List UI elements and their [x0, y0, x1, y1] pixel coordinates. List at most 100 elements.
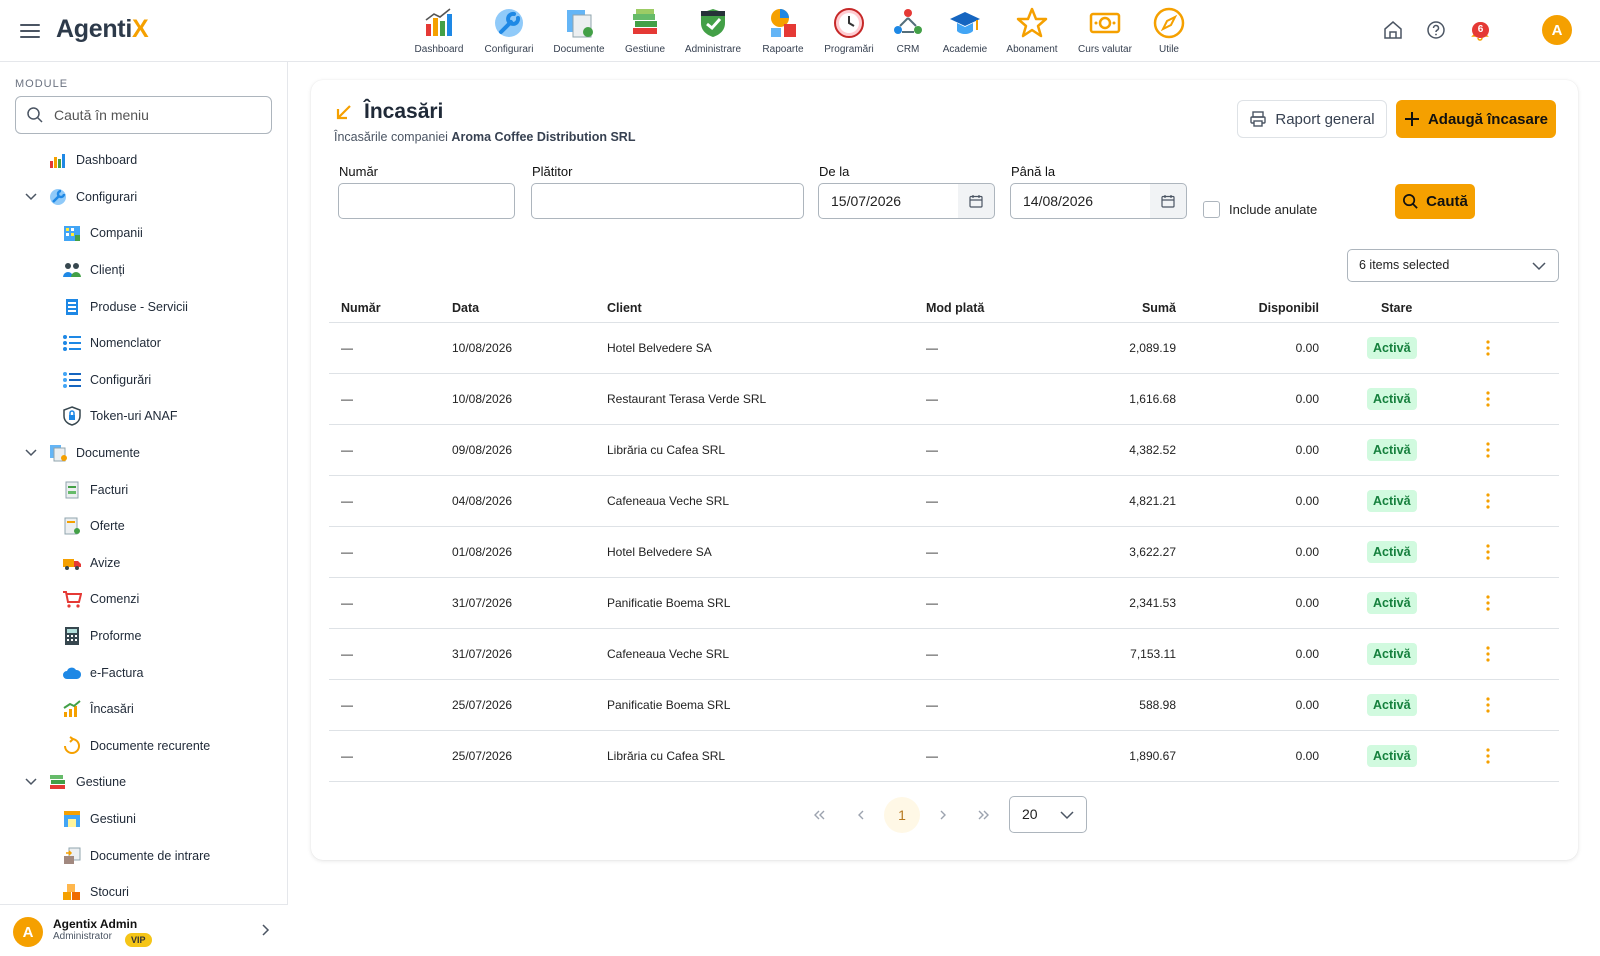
row-actions-button[interactable] — [1478, 644, 1498, 664]
include-anulate-label[interactable]: Include anulate — [1229, 202, 1317, 217]
pana-la-calendar-button[interactable] — [1150, 183, 1187, 219]
table-row[interactable]: — 04/08/2026 Cafeneaua Veche SRL — 4,821.21 0… — [329, 476, 1559, 527]
list-icon — [63, 335, 81, 352]
table-row[interactable]: — 09/08/2026 Librăria cu Cafea SRL — 4,382.5… — [329, 425, 1559, 476]
home-button[interactable] — [1380, 17, 1406, 43]
sidebar-item-dashboard[interactable]: Dashboard — [0, 142, 288, 179]
sidebar-item-oferte[interactable]: Oferte — [0, 508, 288, 545]
page-size-select[interactable]: 20 — [1009, 796, 1087, 833]
product-list-icon — [66, 298, 78, 315]
numar-input[interactable] — [338, 183, 515, 219]
topnav-programari[interactable]: Programări — [816, 6, 882, 55]
header-stare[interactable]: Stare — [1381, 301, 1412, 315]
sidebar-item-label: Documente recurente — [90, 738, 211, 753]
header-suma[interactable]: Sumă — [1142, 301, 1176, 315]
topnav-dashboard[interactable]: Dashboard — [404, 6, 474, 55]
header-mod-plata[interactable]: Mod plată — [926, 301, 984, 315]
sidebar-item-clienti[interactable]: Clienți — [0, 252, 288, 289]
sidebar-item-documente-recurente[interactable]: Documente recurente — [0, 728, 288, 765]
sidebar-item-documente-de-intrare[interactable]: Documente de intrare — [0, 837, 288, 874]
status-badge: Activă — [1367, 490, 1417, 512]
books-icon — [633, 9, 657, 34]
sidebar-item-e-factura[interactable]: e-Factura — [0, 654, 288, 691]
topnav-administrare[interactable]: Administrare — [676, 6, 750, 55]
row-actions-button[interactable] — [1478, 695, 1498, 715]
user-avatar[interactable]: A — [1542, 15, 1572, 45]
truck-icon — [63, 558, 81, 570]
sidebar-item-gestiuni[interactable]: Gestiuni — [0, 801, 288, 838]
topnav-documente[interactable]: Documente — [544, 6, 614, 55]
cell-numar: — — [341, 443, 353, 457]
row-actions-button[interactable] — [1478, 746, 1498, 766]
sidebar-item-token-uri-anaf[interactable]: Token-uri ANAF — [0, 398, 288, 435]
sidebar-item-produse-servicii[interactable]: Produse - Servicii — [0, 288, 288, 325]
sidebar-item-documente[interactable]: Documente — [0, 435, 288, 472]
row-actions-button[interactable] — [1478, 440, 1498, 460]
topnav-utile[interactable]: Utile — [1142, 6, 1196, 55]
table-row[interactable]: — 25/07/2026 Panificatie Boema SRL — 588.98 0… — [329, 680, 1559, 731]
printer-icon — [1250, 111, 1267, 127]
sidebar-item-facturi[interactable]: Facturi — [0, 471, 288, 508]
topnav-abonament[interactable]: Abonament — [996, 6, 1068, 55]
columns-multiselect[interactable]: 6 items selected — [1347, 249, 1559, 282]
topnav-configurari[interactable]: Configurari — [474, 6, 544, 55]
menu-search[interactable] — [15, 96, 272, 134]
sidebar-item-avize[interactable]: Avize — [0, 545, 288, 582]
chevron-down-icon — [25, 449, 37, 456]
topnav-academie[interactable]: Academie — [934, 6, 996, 55]
cell-suma: 2,341.53 — [1129, 596, 1176, 610]
last-page-button[interactable] — [966, 801, 1002, 829]
sidebar-item-comenzi[interactable]: Comenzi — [0, 581, 288, 618]
sidebar-item-gestiune[interactable]: Gestiune — [0, 764, 288, 801]
row-actions-button[interactable] — [1478, 593, 1498, 613]
page-title: Încasări — [364, 100, 444, 123]
topnav-rapoarte[interactable]: Rapoarte — [750, 6, 816, 55]
sidebar-item-configurari-sub[interactable]: Configurări — [0, 362, 288, 399]
table-row[interactable]: — 31/07/2026 Cafeneaua Veche SRL — 7,153.11 0… — [329, 629, 1559, 680]
sidebar-item-companii[interactable]: Companii — [0, 215, 288, 252]
sidebar-item-proforme[interactable]: Proforme — [0, 618, 288, 655]
sidebar-user[interactable]: A Agentix Admin Administrator VIP — [0, 904, 288, 956]
table-row[interactable]: — 25/07/2026 Librăria cu Cafea SRL — 1,890.6… — [329, 731, 1559, 782]
include-anulate-checkbox[interactable] — [1203, 201, 1220, 218]
header-disponibil[interactable]: Disponibil — [1259, 301, 1319, 315]
sidebar-item-nomenclator[interactable]: Nomenclator — [0, 325, 288, 362]
table-row[interactable]: — 10/08/2026 Hotel Belvedere SA — 2,089.19 0.… — [329, 323, 1559, 374]
status-badge: Activă — [1367, 745, 1417, 767]
table-row[interactable]: — 10/08/2026 Restaurant Terasa Verde SRL — 1… — [329, 374, 1559, 425]
row-actions-button[interactable] — [1478, 542, 1498, 562]
app-logo[interactable]: AgentiX — [56, 15, 149, 44]
raport-general-button[interactable]: Raport general — [1237, 100, 1387, 138]
topnav-curs-valutar[interactable]: Curs valutar — [1068, 6, 1142, 55]
sidebar-menu: Dashboard Configurari Companii Clienți P… — [0, 142, 288, 910]
table-row[interactable]: — 01/08/2026 Hotel Belvedere SA — 3,622.27 0.… — [329, 527, 1559, 578]
header-client[interactable]: Client — [607, 301, 642, 315]
de-la-date-input[interactable] — [818, 183, 959, 219]
help-button[interactable] — [1423, 17, 1449, 43]
topnav-gestiune[interactable]: Gestiune — [614, 6, 676, 55]
search-button[interactable]: Caută — [1395, 184, 1475, 219]
add-incasare-button[interactable]: Adaugă încasare — [1396, 100, 1556, 138]
prev-page-button[interactable] — [843, 801, 879, 829]
page-number-button[interactable]: 1 — [884, 797, 920, 833]
platitor-input[interactable] — [531, 183, 804, 219]
incasari-table: Număr Data Client Mod plată Sumă Disponi… — [329, 293, 1559, 782]
first-page-button[interactable] — [801, 801, 837, 829]
table-row[interactable]: — 31/07/2026 Panificatie Boema SRL — 2,341.5… — [329, 578, 1559, 629]
platitor-label: Plătitor — [532, 164, 573, 179]
pana-la-date-input[interactable] — [1010, 183, 1151, 219]
row-actions-button[interactable] — [1478, 491, 1498, 511]
topnav-crm[interactable]: CRM — [882, 6, 934, 55]
menu-search-input[interactable] — [54, 107, 254, 123]
sidebar-item-incasari[interactable]: Încasări — [0, 691, 288, 728]
hamburger-menu-icon[interactable] — [20, 20, 40, 42]
header-numar[interactable]: Număr — [341, 301, 381, 315]
cell-numar: — — [341, 545, 353, 559]
topnav-label: Abonament — [1006, 44, 1058, 55]
de-la-calendar-button[interactable] — [958, 183, 995, 219]
next-page-button[interactable] — [925, 801, 961, 829]
sidebar-item-configurari[interactable]: Configurari — [0, 179, 288, 216]
header-data[interactable]: Data — [452, 301, 479, 315]
row-actions-button[interactable] — [1478, 389, 1498, 409]
row-actions-button[interactable] — [1478, 338, 1498, 358]
